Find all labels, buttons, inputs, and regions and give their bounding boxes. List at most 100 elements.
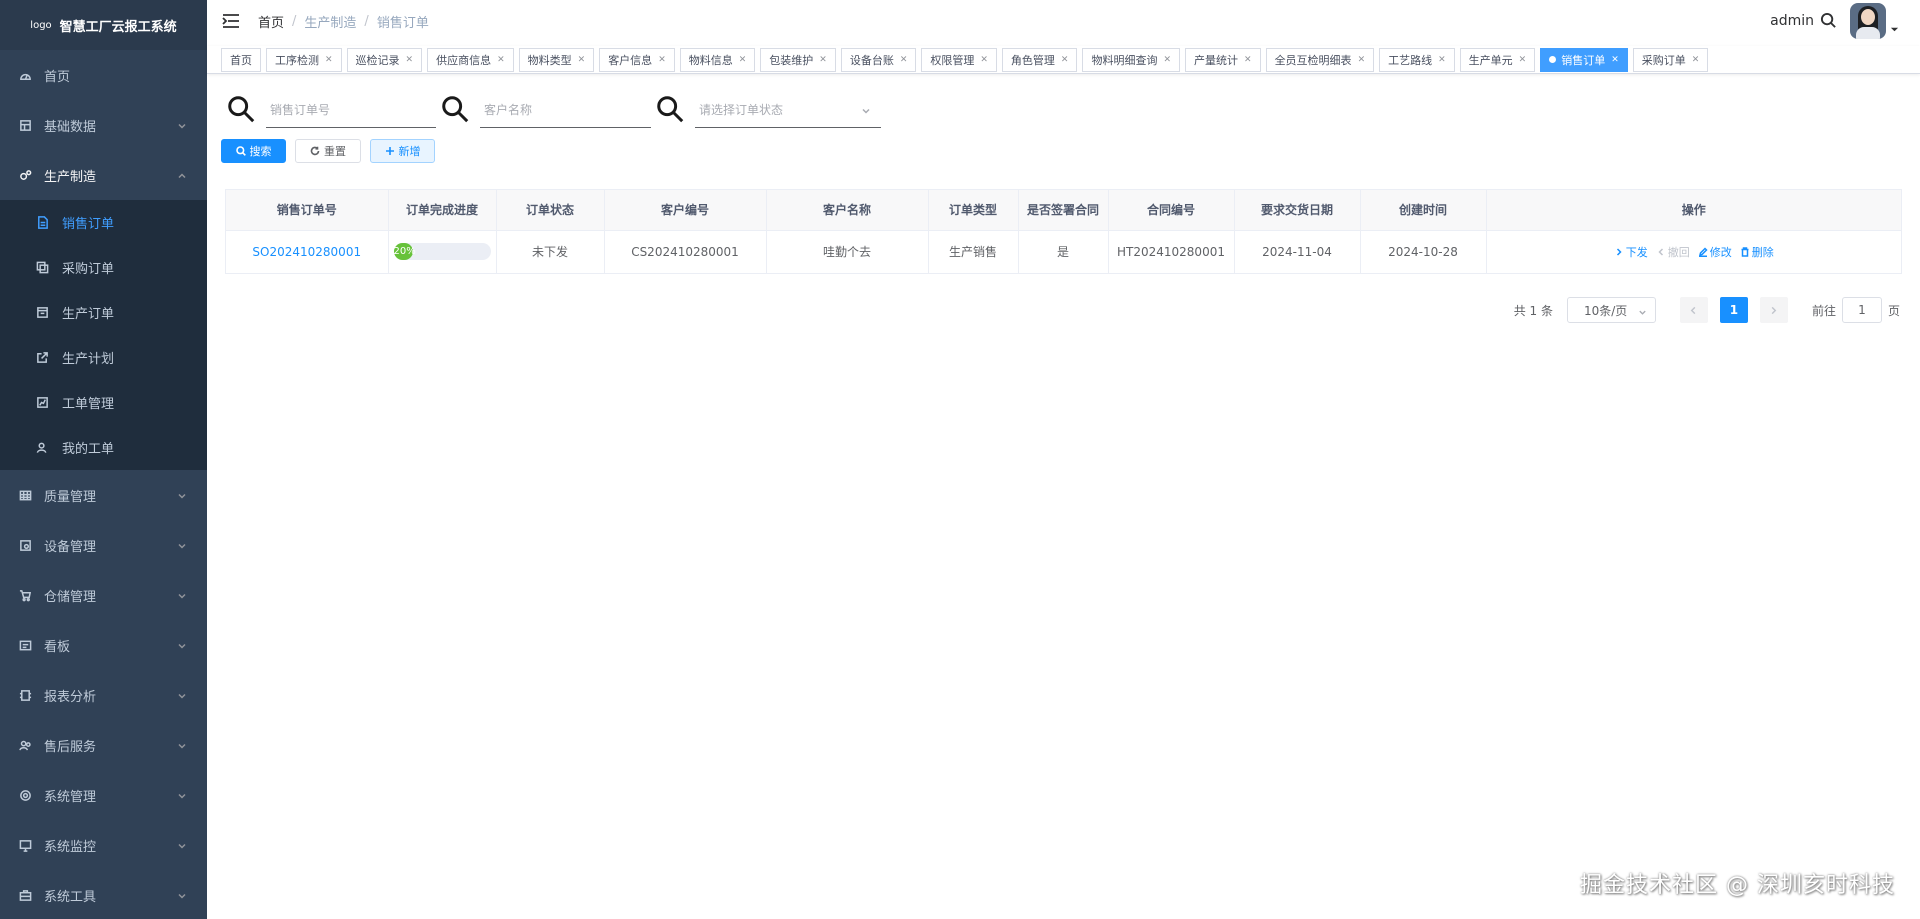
tag-patrol-record[interactable]: 巡检记录 ✕	[346, 47, 423, 72]
menu-item-production[interactable]: 生产制造	[0, 150, 207, 200]
close-icon[interactable]: ✕	[1163, 55, 1171, 65]
tag-mutual-inspection[interactable]: 全员互检明细表 ✕	[1265, 47, 1375, 72]
tag-process-route[interactable]: 工艺路线 ✕	[1379, 47, 1455, 72]
chevron-down-icon	[177, 740, 187, 750]
submenu-item-purchase-order[interactable]: 采购订单	[0, 245, 207, 290]
submenu-item-work-order[interactable]: 工单管理	[0, 380, 207, 425]
menu-item-system-admin[interactable]: 系统管理	[0, 770, 207, 820]
menu-item-system-monitor[interactable]: 系统监控	[0, 820, 207, 870]
menu-item-warehouse[interactable]: 仓储管理	[0, 570, 207, 620]
menu-item-board[interactable]: 看板	[0, 620, 207, 670]
tag-material-type[interactable]: 物料类型 ✕	[518, 47, 595, 72]
close-icon[interactable]: ✕	[406, 55, 414, 65]
tag-customer-info[interactable]: 客户信息 ✕	[599, 47, 675, 72]
menu-item-device[interactable]: 设备管理	[0, 520, 207, 570]
tag-home[interactable]: 首页	[221, 47, 261, 72]
avatar[interactable]	[1850, 3, 1886, 39]
submenu-item-production-plan[interactable]: 生产计划	[0, 335, 207, 380]
close-icon[interactable]: ✕	[1438, 55, 1446, 65]
tag-roles[interactable]: 角色管理 ✕	[1001, 47, 1078, 72]
placeholder: 请选择订单状态	[699, 103, 784, 117]
chevron-down-icon	[177, 590, 187, 600]
tag-device-ledger[interactable]: 设备台账 ✕	[840, 47, 917, 72]
close-icon[interactable]: ✕	[325, 55, 333, 65]
order-no-link[interactable]: SO202410280001	[252, 245, 361, 259]
page-size-select[interactable]: 10条/页	[1566, 297, 1656, 323]
close-icon[interactable]: ✕	[819, 55, 827, 65]
delivery-date: 2024-11-04	[1234, 230, 1361, 273]
submenu-item-production-order[interactable]: 生产订单	[0, 290, 207, 335]
edit-label: 修改	[1709, 245, 1732, 259]
tag-permissions[interactable]: 权限管理 ✕	[921, 47, 997, 72]
menu-item-quality[interactable]: 质量管理	[0, 470, 207, 520]
add-button[interactable]: 新增	[370, 139, 435, 163]
search-icon[interactable]	[1820, 12, 1838, 30]
status-select[interactable]: 请选择订单状态	[695, 92, 881, 128]
add-button-label: 新增	[398, 145, 421, 158]
close-icon[interactable]: ✕	[1519, 55, 1527, 65]
tag-material-info[interactable]: 物料信息 ✕	[679, 47, 756, 72]
close-icon[interactable]: ✕	[578, 55, 586, 65]
monitor-icon	[18, 838, 32, 852]
column-header: 创建时间	[1360, 190, 1487, 231]
issue-label: 下发	[1625, 245, 1648, 259]
tag-production-unit[interactable]: 生产单元 ✕	[1459, 47, 1536, 72]
caret-down-icon[interactable]	[1890, 23, 1900, 33]
edit-icon	[1698, 247, 1708, 257]
issue-button[interactable]: 下发	[1614, 244, 1648, 260]
close-icon[interactable]: ✕	[1692, 55, 1700, 65]
tag-packaging[interactable]: 包装维护 ✕	[760, 47, 836, 72]
menu-item-system-tools[interactable]: 系统工具	[0, 870, 207, 919]
order-no-input[interactable]: 销售订单号	[266, 92, 436, 128]
close-icon[interactable]: ✕	[658, 55, 666, 65]
tag-process-inspection[interactable]: 工序检测 ✕	[266, 47, 342, 72]
menu-item-home[interactable]: 首页	[0, 50, 207, 100]
menu-item-reports[interactable]: 报表分析	[0, 670, 207, 720]
close-icon[interactable]: ✕	[739, 55, 747, 65]
close-icon[interactable]: ✕	[980, 55, 988, 65]
goto-page-input[interactable]: 1	[1841, 297, 1882, 323]
next-page-button[interactable]	[1759, 297, 1788, 323]
tag-purchase-order[interactable]: 采购订单 ✕	[1632, 47, 1709, 72]
menu-item-basic-data[interactable]: 基础数据	[0, 100, 207, 150]
close-icon[interactable]: ✕	[497, 55, 505, 65]
logo-area[interactable]: logo 智慧工厂云报工系统	[0, 0, 207, 50]
close-icon[interactable]: ✕	[900, 55, 908, 65]
tag-label: 物料明细查询	[1091, 53, 1158, 67]
menu-item-label: 生产制造	[44, 169, 97, 185]
breadcrumb-separator: /	[364, 13, 369, 29]
prev-page-button[interactable]	[1679, 297, 1708, 323]
hamburger-icon[interactable]	[222, 13, 242, 29]
external-link-icon	[36, 351, 50, 365]
tag-sales-order[interactable]: 销售订单 ✕	[1540, 47, 1628, 72]
column-header: 订单状态	[496, 190, 605, 231]
tag-supplier-info[interactable]: 供应商信息 ✕	[427, 47, 514, 72]
submenu-item-my-work-order[interactable]: 我的工单	[0, 425, 207, 470]
column-header: 客户编号	[604, 190, 767, 231]
edit-button[interactable]: 修改	[1698, 244, 1732, 260]
reset-button[interactable]: 重置	[295, 139, 361, 163]
close-icon[interactable]: ✕	[1611, 55, 1619, 65]
withdraw-button[interactable]: 撤回	[1656, 244, 1690, 260]
close-icon[interactable]: ✕	[1061, 55, 1069, 65]
page-number-current[interactable]: 1	[1719, 297, 1748, 323]
customer-input[interactable]: 客户名称	[480, 92, 651, 128]
close-icon[interactable]: ✕	[1244, 55, 1252, 65]
table-header: 销售订单号 订单完成进度 订单状态 客户编号 客户名称 订单类型 是否签署合同 …	[226, 190, 1901, 231]
delete-button[interactable]: 删除	[1740, 244, 1774, 260]
search-button[interactable]: 搜索	[221, 139, 286, 163]
user-icon	[36, 441, 50, 455]
menu-item-after-sales[interactable]: 售后服务	[0, 720, 207, 770]
menu-item-label: 系统工具	[44, 889, 97, 905]
close-icon[interactable]: ✕	[1358, 55, 1366, 65]
goto-label: 前往	[1811, 303, 1836, 318]
settings-icon	[18, 788, 32, 802]
tag-output-stats[interactable]: 产量统计 ✕	[1185, 47, 1261, 72]
reset-button-label: 重置	[324, 145, 346, 158]
chevron-right-icon	[1772, 306, 1777, 314]
chevron-down-icon	[177, 490, 187, 500]
submenu-item-sales-order[interactable]: 销售订单	[0, 200, 207, 245]
breadcrumb-home[interactable]: 首页	[258, 12, 284, 31]
tag-label: 供应商信息	[436, 53, 492, 67]
tag-material-detail[interactable]: 物料明细查询 ✕	[1082, 47, 1181, 72]
